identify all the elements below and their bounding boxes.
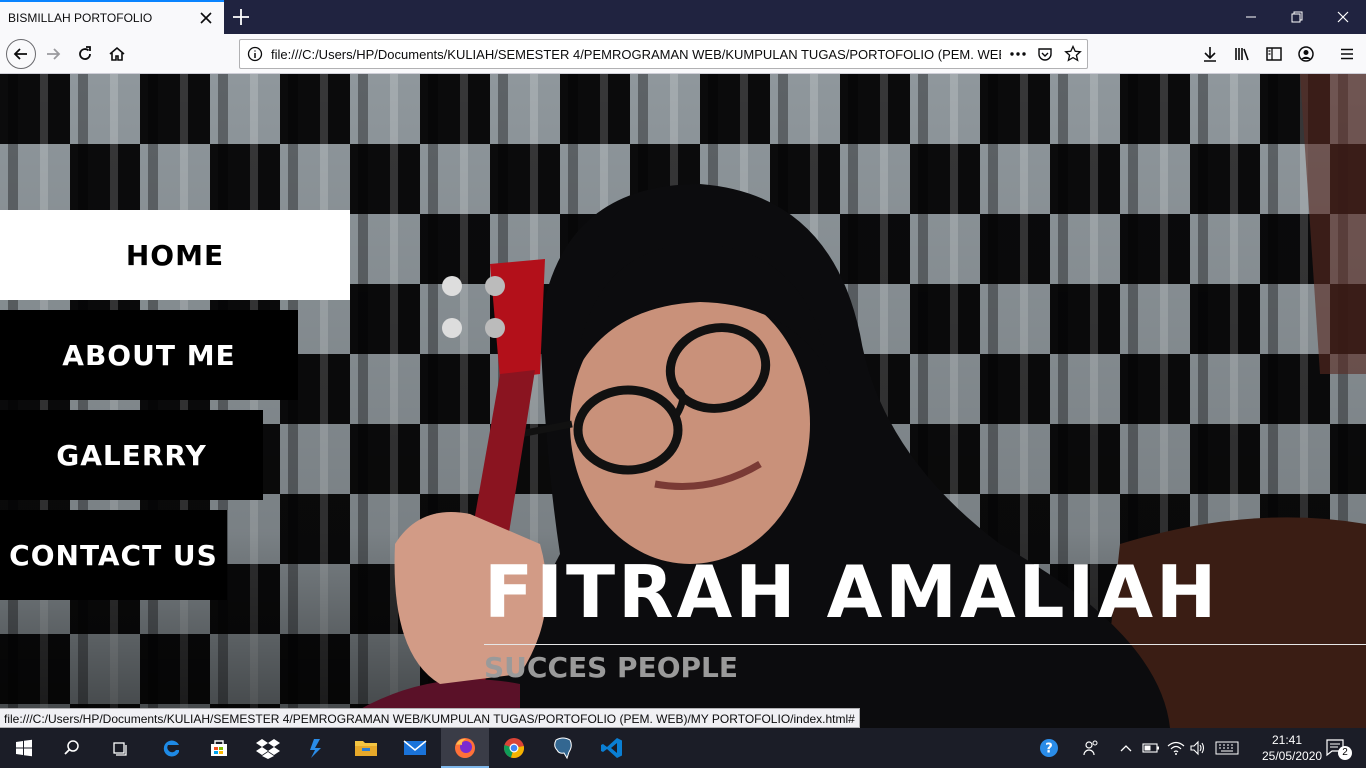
clock-date: 25/05/2020 <box>1262 749 1323 763</box>
taskbar-edge[interactable] <box>147 728 195 768</box>
nav-about-me[interactable]: ABOUT ME <box>0 310 298 400</box>
pocket-icon[interactable] <box>1037 46 1053 62</box>
svg-text:?: ? <box>1045 742 1053 757</box>
tray-keyboard[interactable] <box>1214 738 1240 758</box>
nav-about-me-label: ABOUT ME <box>62 338 236 372</box>
menu-icon[interactable] <box>1338 45 1356 63</box>
url-bar[interactable]: file:///C:/Users/HP/Documents/KULIAH/SEM… <box>239 39 1088 69</box>
home-button[interactable] <box>103 40 131 68</box>
store-icon <box>211 740 227 756</box>
url-text[interactable]: file:///C:/Users/HP/Documents/KULIAH/SEM… <box>271 47 1001 62</box>
mail-icon <box>403 740 427 755</box>
taskbar-chrome[interactable] <box>490 728 538 768</box>
back-icon <box>13 48 27 60</box>
keyboard-icon <box>1215 741 1239 755</box>
people-icon <box>1083 740 1098 756</box>
tray-action-center[interactable]: 2 <box>1322 738 1352 760</box>
nav-gallery-label: GALERRY <box>56 438 207 472</box>
task-view-button[interactable] <box>96 728 144 768</box>
nav-home-label: HOME <box>125 238 225 272</box>
taskbar-mail[interactable] <box>391 728 439 768</box>
search-icon <box>64 740 79 755</box>
nav-contact-us[interactable]: CONTACT US <box>0 510 227 600</box>
postgresql-icon <box>554 737 572 760</box>
vscode-icon <box>601 738 622 758</box>
start-button[interactable] <box>0 728 48 768</box>
taskbar-vscode[interactable] <box>588 728 636 768</box>
reload-button[interactable] <box>71 40 99 68</box>
nav-gallery[interactable]: GALERRY <box>0 410 263 500</box>
windows-taskbar: ? 21:41 25/05/2020 2 <box>0 728 1366 768</box>
dropbox-icon <box>256 739 280 759</box>
forward-icon <box>47 48 61 60</box>
start-icon <box>16 739 32 757</box>
page-viewport: HOME ABOUT ME GALERRY CONTACT US FITRAH … <box>0 74 1366 728</box>
close-tab-icon[interactable] <box>198 10 214 26</box>
restore-icon[interactable] <box>1288 8 1306 26</box>
sidebar-icon[interactable] <box>1265 45 1283 63</box>
taskbar-visual-studio[interactable] <box>293 728 341 768</box>
tray-people[interactable] <box>1080 738 1102 758</box>
tab-title: BISMILLAH PORTOFOLIO <box>8 11 153 25</box>
help-icon: ? <box>1040 739 1058 757</box>
download-icon[interactable] <box>1201 45 1219 63</box>
minimize-icon[interactable] <box>1242 8 1260 26</box>
more-icon[interactable] <box>1008 46 1028 62</box>
tray-show-hidden[interactable] <box>1118 738 1134 758</box>
taskbar-search[interactable] <box>48 728 96 768</box>
battery-icon <box>1142 743 1159 753</box>
wifi-icon <box>1167 741 1185 755</box>
hero-subtitle: SUCCES PEOPLE <box>484 651 738 684</box>
taskbar-firefox[interactable] <box>441 728 489 768</box>
hero-name: FITRAH AMALIAH <box>484 550 1220 634</box>
taskbar-postgresql[interactable] <box>539 728 587 768</box>
nav-contact-us-label: CONTACT US <box>9 538 218 572</box>
volume-icon <box>1190 740 1205 756</box>
close-window-icon[interactable] <box>1334 8 1352 26</box>
link-status-bar: file:///C:/Users/HP/Documents/KULIAH/SEM… <box>0 708 860 728</box>
forward-button[interactable] <box>39 40 67 68</box>
info-icon[interactable] <box>247 46 263 62</box>
browser-tab-strip: BISMILLAH PORTOFOLIO <box>0 0 1366 34</box>
clock-time: 21:41 <box>1271 733 1303 747</box>
account-icon[interactable] <box>1297 45 1315 63</box>
taskbar-file-explorer[interactable] <box>342 728 390 768</box>
taskbar-clock[interactable]: 21:41 25/05/2020 <box>1262 732 1323 764</box>
tray-help[interactable]: ? <box>1038 738 1062 758</box>
edge-icon <box>163 740 179 757</box>
taskbar-store[interactable] <box>195 728 243 768</box>
chrome-icon <box>504 738 524 758</box>
hero-divider <box>484 644 1366 645</box>
browser-tab[interactable]: BISMILLAH PORTOFOLIO <box>0 0 224 34</box>
browser-nav-bar: file:///C:/Users/HP/Documents/KULIAH/SEM… <box>0 34 1366 74</box>
back-button[interactable] <box>6 39 36 69</box>
nav-home[interactable]: HOME <box>0 210 350 300</box>
visual-studio-icon <box>310 739 321 758</box>
home-icon <box>109 46 125 61</box>
file-explorer-icon <box>355 741 377 756</box>
task-view-icon <box>113 742 127 756</box>
tray-wifi[interactable] <box>1166 738 1186 758</box>
tray-battery[interactable] <box>1142 738 1160 758</box>
library-icon[interactable] <box>1233 45 1251 63</box>
notification-badge: 2 <box>1338 746 1352 760</box>
taskbar-dropbox[interactable] <box>244 728 292 768</box>
reload-icon <box>79 46 91 60</box>
firefox-icon <box>455 738 475 758</box>
new-tab-icon[interactable] <box>230 6 252 28</box>
tray-volume[interactable] <box>1188 738 1208 758</box>
bookmark-star-icon[interactable] <box>1064 45 1082 63</box>
chevron-up-icon <box>1120 745 1132 752</box>
